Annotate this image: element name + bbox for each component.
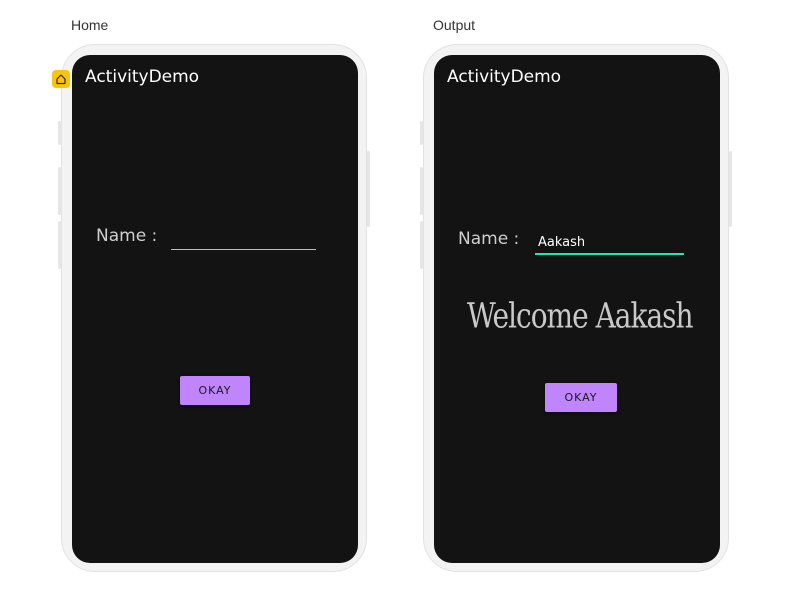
- okay-button[interactable]: OKAY: [180, 376, 250, 405]
- name-label: Name :: [96, 226, 158, 246]
- frame-label-home: Home: [71, 17, 109, 33]
- device-side-button: [420, 221, 423, 269]
- device-power-button: [367, 151, 370, 227]
- screen-home: ActivityDemo Name : OKAY: [72, 55, 358, 563]
- name-input[interactable]: [171, 228, 316, 250]
- name-label: Name :: [458, 229, 520, 249]
- home-badge[interactable]: [52, 70, 70, 88]
- okay-button[interactable]: OKAY: [545, 383, 617, 412]
- app-title: ActivityDemo: [85, 67, 200, 87]
- device-frame-home: ActivityDemo Name : OKAY: [58, 44, 370, 572]
- device-side-button: [420, 121, 423, 145]
- device-side-button: [420, 167, 423, 215]
- name-input[interactable]: [535, 231, 684, 255]
- device-side-button: [58, 121, 61, 145]
- welcome-message: Welcome Aakash: [467, 295, 694, 337]
- home-icon: [56, 74, 66, 85]
- device-side-button: [58, 221, 61, 269]
- screen-output: ActivityDemo Name : Welcome Aakash OKAY: [434, 55, 720, 563]
- app-title: ActivityDemo: [447, 67, 562, 87]
- frame-label-output: Output: [433, 17, 476, 33]
- device-power-button: [729, 151, 732, 227]
- device-side-button: [58, 167, 61, 215]
- device-frame-output: ActivityDemo Name : Welcome Aakash OKAY: [420, 44, 732, 572]
